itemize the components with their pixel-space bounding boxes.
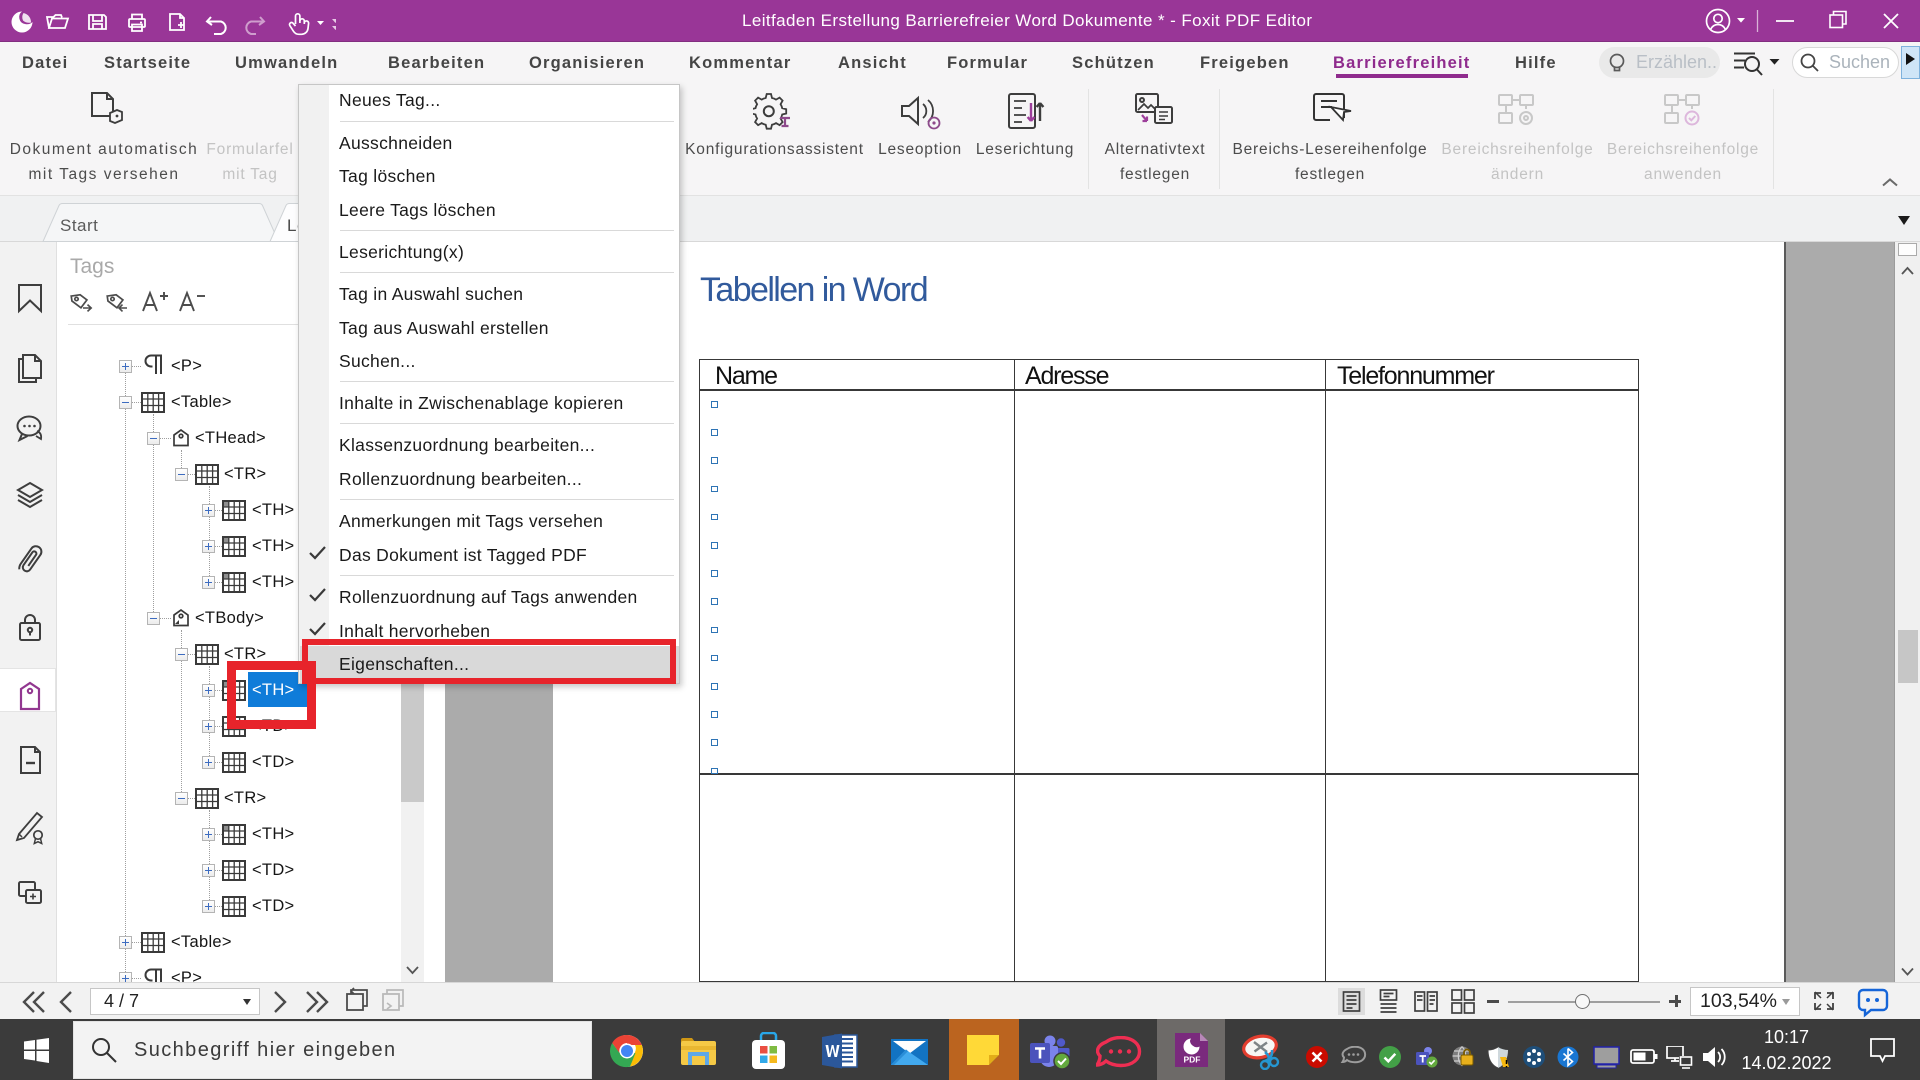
svg-text:PDF: PDF (1184, 1055, 1201, 1065)
